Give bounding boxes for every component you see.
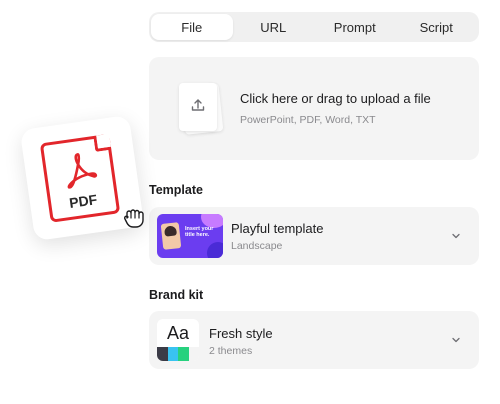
upload-icon [191,99,205,111]
brand-font-sample: Aa [166,323,190,343]
brand-kit-select[interactable]: Aa Fresh style 2 themes [149,311,479,369]
pdf-file-icon: PDF [39,133,121,223]
brand-color-swatches [157,347,199,361]
source-tabs: File URL Prompt Script [149,12,479,42]
brand-kit-section-label: Brand kit [149,288,204,302]
upload-formats: PowerPoint, PDF, Word, TXT [240,114,376,126]
tab-script[interactable]: Script [396,14,478,40]
brand-kit-thumbnail: Aa [157,319,199,361]
acrobat-logo-icon [67,153,98,189]
upload-title: Click here or drag to upload a file [240,91,431,106]
template-section-label: Template [149,183,203,197]
swatch [167,347,178,361]
template-thumbnail: Insert your title here. [157,214,223,258]
swatch [178,347,189,361]
chevron-down-icon [452,337,460,343]
tab-prompt[interactable]: Prompt [314,14,396,40]
template-thumbnail-text: Insert your title here. [185,226,214,238]
tab-file[interactable]: File [151,14,233,40]
file-stack-icon [177,81,224,137]
template-orientation: Landscape [231,240,283,252]
pdf-label: PDF [68,191,99,211]
grab-hand-icon [124,209,144,228]
chevron-down-icon [452,233,460,239]
swatch [157,347,168,361]
template-name: Playful template [231,221,324,236]
brand-kit-theme-count: 2 themes [209,345,253,357]
template-select[interactable]: Insert your title here. Playful template… [149,207,479,265]
upload-dropzone[interactable]: Click here or drag to upload a file Powe… [149,57,479,160]
brand-kit-name: Fresh style [209,326,273,341]
tab-url[interactable]: URL [233,14,315,40]
swatch [188,347,199,361]
